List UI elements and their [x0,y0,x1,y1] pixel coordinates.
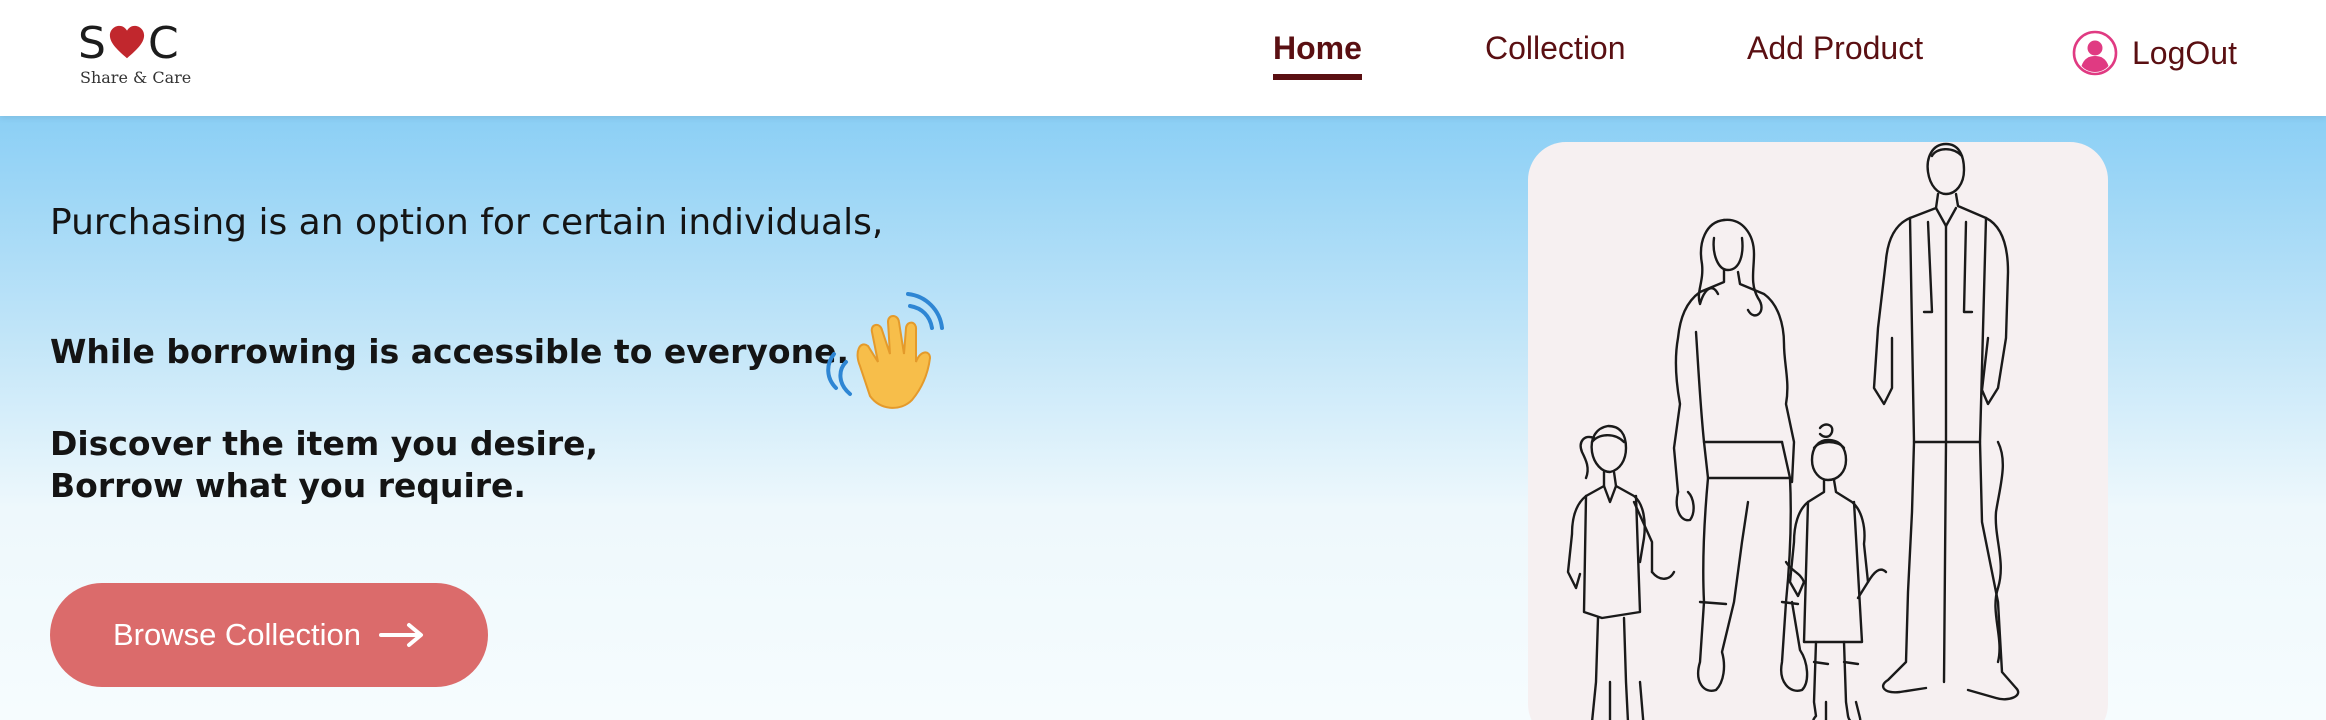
nav-collection[interactable]: Collection [1485,30,1626,67]
nav-home-label: Home [1273,30,1362,66]
arrow-right-icon [379,623,424,647]
hero-section: Purchasing is an option for certain indi… [0,116,2326,720]
nav-home[interactable]: Home [1273,30,1362,80]
nav-add-product[interactable]: Add Product [1747,30,1923,67]
heart-icon [109,25,145,59]
hero-line-3: Discover the item you desire, [50,424,599,463]
logout-button[interactable]: LogOut [2072,30,2237,76]
waving-hand-icon [826,292,944,409]
logo-letter-c: C [147,17,179,69]
logo-tagline: Share & Care [80,68,192,87]
brand-logo[interactable]: S C Share & Care [78,17,192,90]
browse-collection-button[interactable]: Browse Collection [50,583,488,687]
family-line-art [1566,142,2020,720]
browse-collection-label: Browse Collection [112,617,362,652]
logo-mark: S C [78,17,179,69]
top-navbar: S C Share & Care Home Collection Add Pro… [0,0,2326,116]
hero-line-1: Purchasing is an option for certain indi… [50,202,884,243]
hero-line-4: Borrow what you require. [50,466,526,505]
logo-letter-s: S [78,17,106,69]
active-underline [1273,74,1362,80]
family-illustration [1528,142,2108,720]
hero-line-2: While borrowing is accessible to everyon… [50,332,849,371]
user-avatar-icon [2072,30,2118,76]
logout-label: LogOut [2132,34,2237,71]
